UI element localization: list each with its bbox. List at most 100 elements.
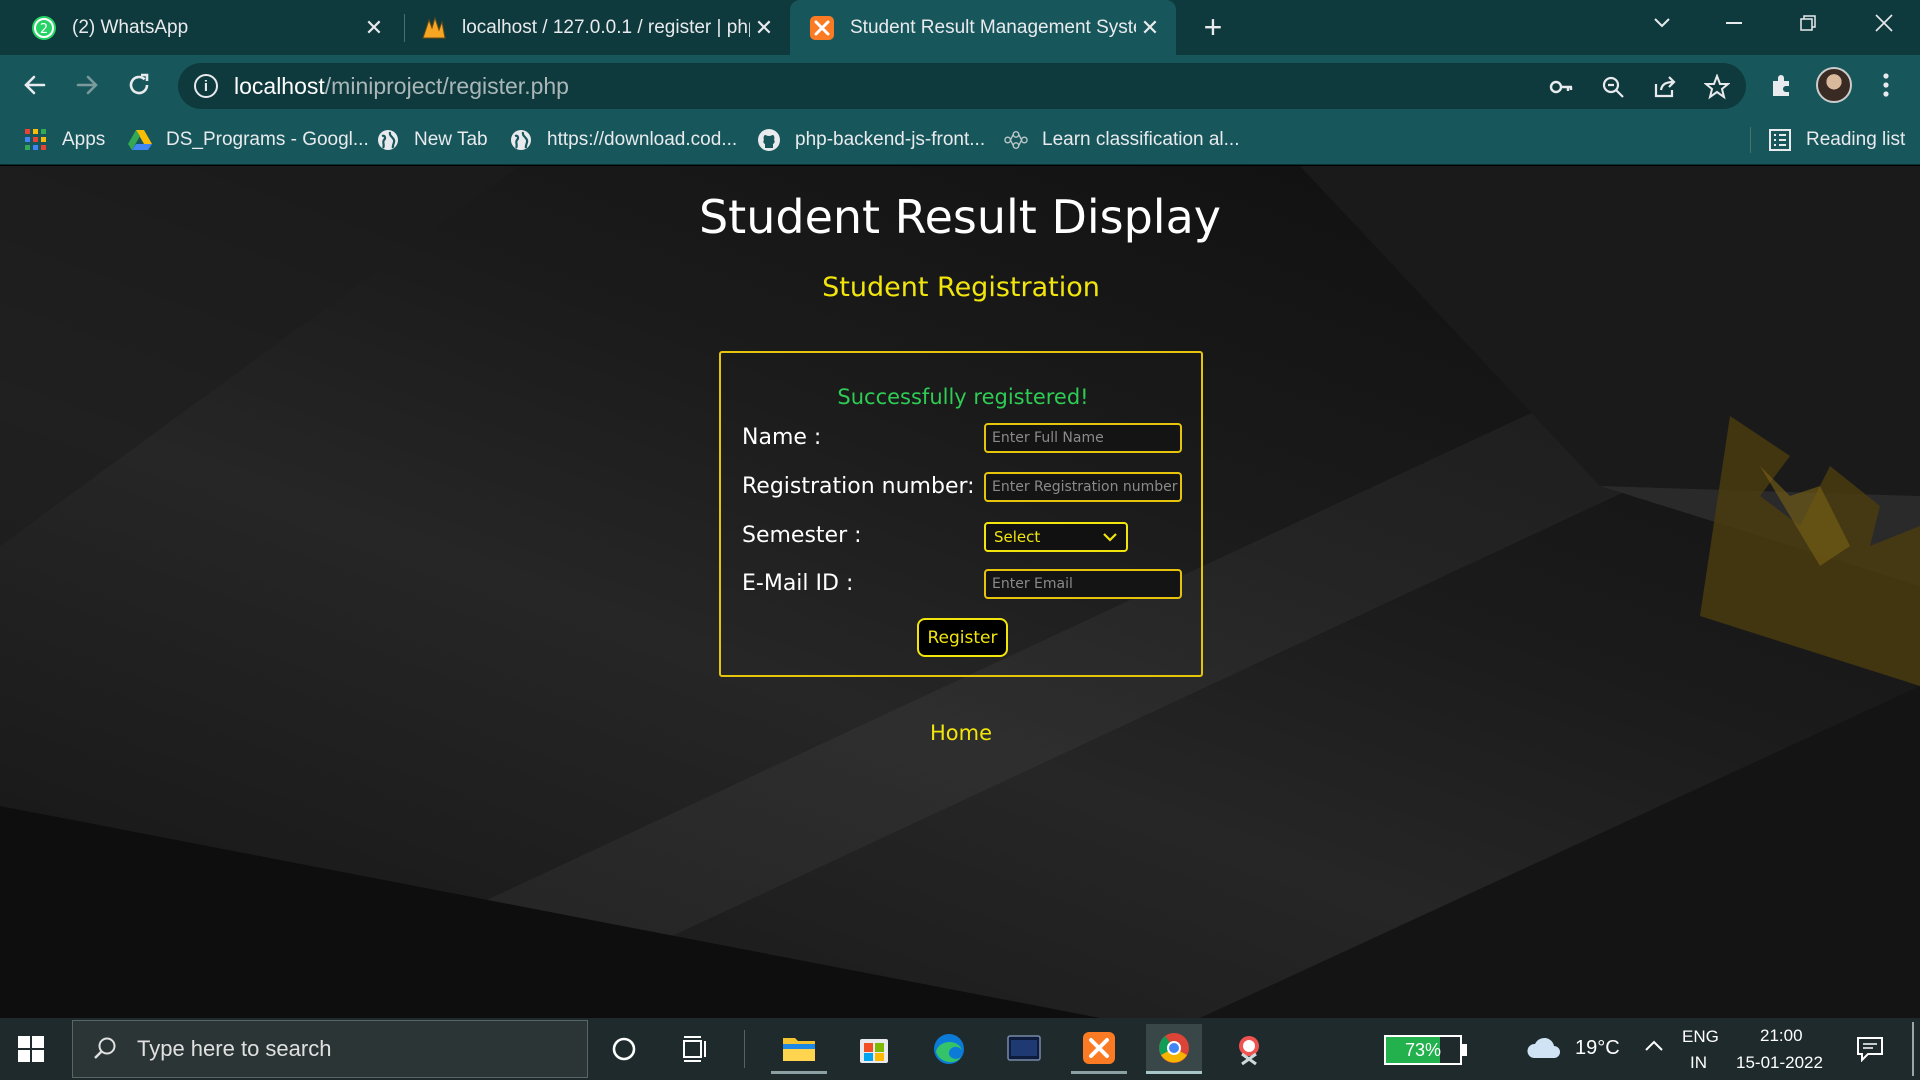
windows-taskbar: Type here to search 73% 19°C ENG IN 21:0… (0, 1018, 1920, 1080)
bookmarks-divider (1750, 127, 1751, 153)
battery-tip (1462, 1044, 1467, 1056)
address-bar[interactable]: i localhost/miniproject/register.php (178, 63, 1746, 109)
registration-form: Successfully registered! Name : Enter Fu… (719, 351, 1203, 677)
weather-cloud-icon[interactable] (1526, 1034, 1562, 1062)
zoom-icon[interactable] (1600, 74, 1626, 100)
site-info-icon[interactable]: i (194, 74, 218, 98)
tab-search-icon[interactable] (1634, 0, 1690, 46)
snipping-tool-icon[interactable] (1221, 1024, 1277, 1074)
name-input[interactable]: Enter Full Name (984, 423, 1182, 453)
whatsapp-icon: 2 (30, 14, 58, 42)
taskbar-divider (744, 1030, 745, 1068)
region-indicator: IN (1690, 1053, 1707, 1072)
edge-icon[interactable] (921, 1024, 977, 1074)
tab-student-result[interactable]: Student Result Management System ✕ (790, 0, 1176, 55)
bookmark-label: New Tab (414, 129, 488, 150)
xampp-taskbar-icon[interactable] (1071, 1024, 1127, 1074)
windows-start-button[interactable] (14, 1032, 50, 1068)
close-window-button[interactable] (1856, 0, 1912, 46)
tab-title: (2) WhatsApp (72, 16, 189, 38)
registration-number-label: Registration number: (742, 474, 975, 499)
bookmark-label: Learn classification al... (1042, 129, 1240, 150)
tab-phpmyadmin[interactable]: localhost / 127.0.0.1 / register | phpMy… (390, 0, 790, 55)
restore-button[interactable] (1780, 0, 1836, 46)
browser-tab-strip: 2 (2) WhatsApp ✕ localhost / 127.0.0.1 /… (0, 0, 1920, 55)
task-view-icon[interactable] (668, 1024, 724, 1074)
register-button[interactable]: Register (917, 618, 1008, 657)
menu-kebab-icon[interactable] (1868, 67, 1904, 103)
google-drive-icon (128, 128, 152, 152)
tab-title: Student Result Management System (850, 16, 1136, 38)
forward-button[interactable] (67, 65, 107, 105)
page-subtitle: Student Registration (822, 272, 1100, 303)
battery-percent: 73% (1404, 1039, 1442, 1060)
chevron-up-icon[interactable] (1644, 1038, 1664, 1058)
key-icon[interactable] (1548, 74, 1574, 100)
clock-time[interactable]: 21:00 (1760, 1026, 1803, 1046)
profile-avatar[interactable] (1816, 67, 1852, 103)
share-icon[interactable] (1652, 74, 1678, 100)
notification-icon[interactable] (1856, 1036, 1886, 1064)
page-content: Student Result Display Student Registrat… (0, 166, 1920, 1018)
mysql-workbench-icon[interactable] (996, 1024, 1052, 1074)
reading-list-button[interactable]: Reading list (1768, 123, 1905, 157)
microsoft-store-icon[interactable] (846, 1024, 902, 1074)
bookmark-php-backend[interactable]: php-backend-js-front... (757, 123, 985, 157)
minimize-button[interactable] (1706, 0, 1762, 46)
reload-icon (129, 73, 149, 95)
reading-list-icon (1768, 128, 1792, 152)
url-text: localhost/miniproject/register.php (234, 72, 569, 99)
close-icon[interactable]: ✕ (750, 14, 778, 42)
email-input[interactable]: Enter Email (984, 569, 1182, 599)
taskbar-search-box[interactable]: Type here to search (72, 1020, 588, 1078)
bookmark-new-tab[interactable]: New Tab (376, 123, 488, 157)
chevron-down-icon (1103, 533, 1117, 542)
name-label: Name : (742, 425, 822, 450)
bookmark-label: Apps (62, 129, 106, 150)
reload-button[interactable] (119, 65, 159, 105)
semester-label: Semester : (742, 523, 862, 548)
close-icon[interactable]: ✕ (1136, 14, 1164, 42)
page-title: Student Result Display (698, 190, 1221, 244)
back-button[interactable] (15, 65, 55, 105)
file-explorer-icon[interactable] (771, 1024, 827, 1074)
network-icon (1004, 128, 1028, 152)
semester-selected-value: Select (994, 528, 1041, 546)
bookmark-learn-classification[interactable]: Learn classification al... (1004, 123, 1240, 157)
chrome-icon[interactable] (1146, 1024, 1202, 1074)
bookmark-label: https://download.cod... (547, 129, 738, 150)
globe-icon (509, 128, 533, 152)
reading-list-label: Reading list (1806, 129, 1906, 150)
apps-grid-icon (24, 128, 48, 152)
bookmark-label: php-backend-js-front... (795, 129, 986, 150)
tab-whatsapp[interactable]: 2 (2) WhatsApp ✕ (0, 0, 400, 55)
tab-title: localhost / 127.0.0.1 / register | phpMy… (462, 16, 750, 38)
back-arrow-icon (24, 75, 46, 95)
cortana-icon[interactable] (596, 1024, 652, 1074)
bookmark-download-code[interactable]: https://download.cod... (509, 123, 737, 157)
browser-toolbar: i localhost/miniproject/register.php (0, 55, 1920, 115)
success-message: Successfully registered! (837, 385, 1089, 409)
show-desktop-button[interactable] (1912, 1022, 1914, 1076)
phpmyadmin-icon (420, 14, 448, 42)
extensions-icon[interactable] (1764, 67, 1800, 103)
temperature: 19°C (1575, 1037, 1620, 1059)
home-link[interactable]: Home (0, 721, 1920, 745)
bookmark-ds-programs[interactable]: DS_Programs - Googl... (128, 123, 369, 157)
bookmark-label: DS_Programs - Googl... (166, 129, 369, 150)
battery-indicator[interactable]: 73% (1384, 1035, 1467, 1065)
globe-icon (376, 128, 400, 152)
github-icon (757, 128, 781, 152)
search-placeholder: Type here to search (137, 1036, 332, 1061)
new-tab-button[interactable]: + (1196, 9, 1230, 45)
clock-date[interactable]: 15-01-2022 (1736, 1053, 1823, 1073)
bookmark-apps[interactable]: Apps (24, 123, 105, 157)
forward-arrow-icon (76, 75, 98, 95)
language-indicator[interactable]: ENG (1682, 1027, 1719, 1047)
bookmark-star-icon[interactable] (1704, 74, 1730, 100)
semester-select[interactable]: Select (984, 522, 1128, 552)
close-icon[interactable]: ✕ (360, 14, 388, 42)
registration-number-input[interactable]: Enter Registration number (984, 472, 1182, 502)
bookmarks-bar: Apps DS_Programs - Googl... New Tab http… (0, 115, 1920, 165)
windows-logo-icon (18, 1036, 44, 1062)
